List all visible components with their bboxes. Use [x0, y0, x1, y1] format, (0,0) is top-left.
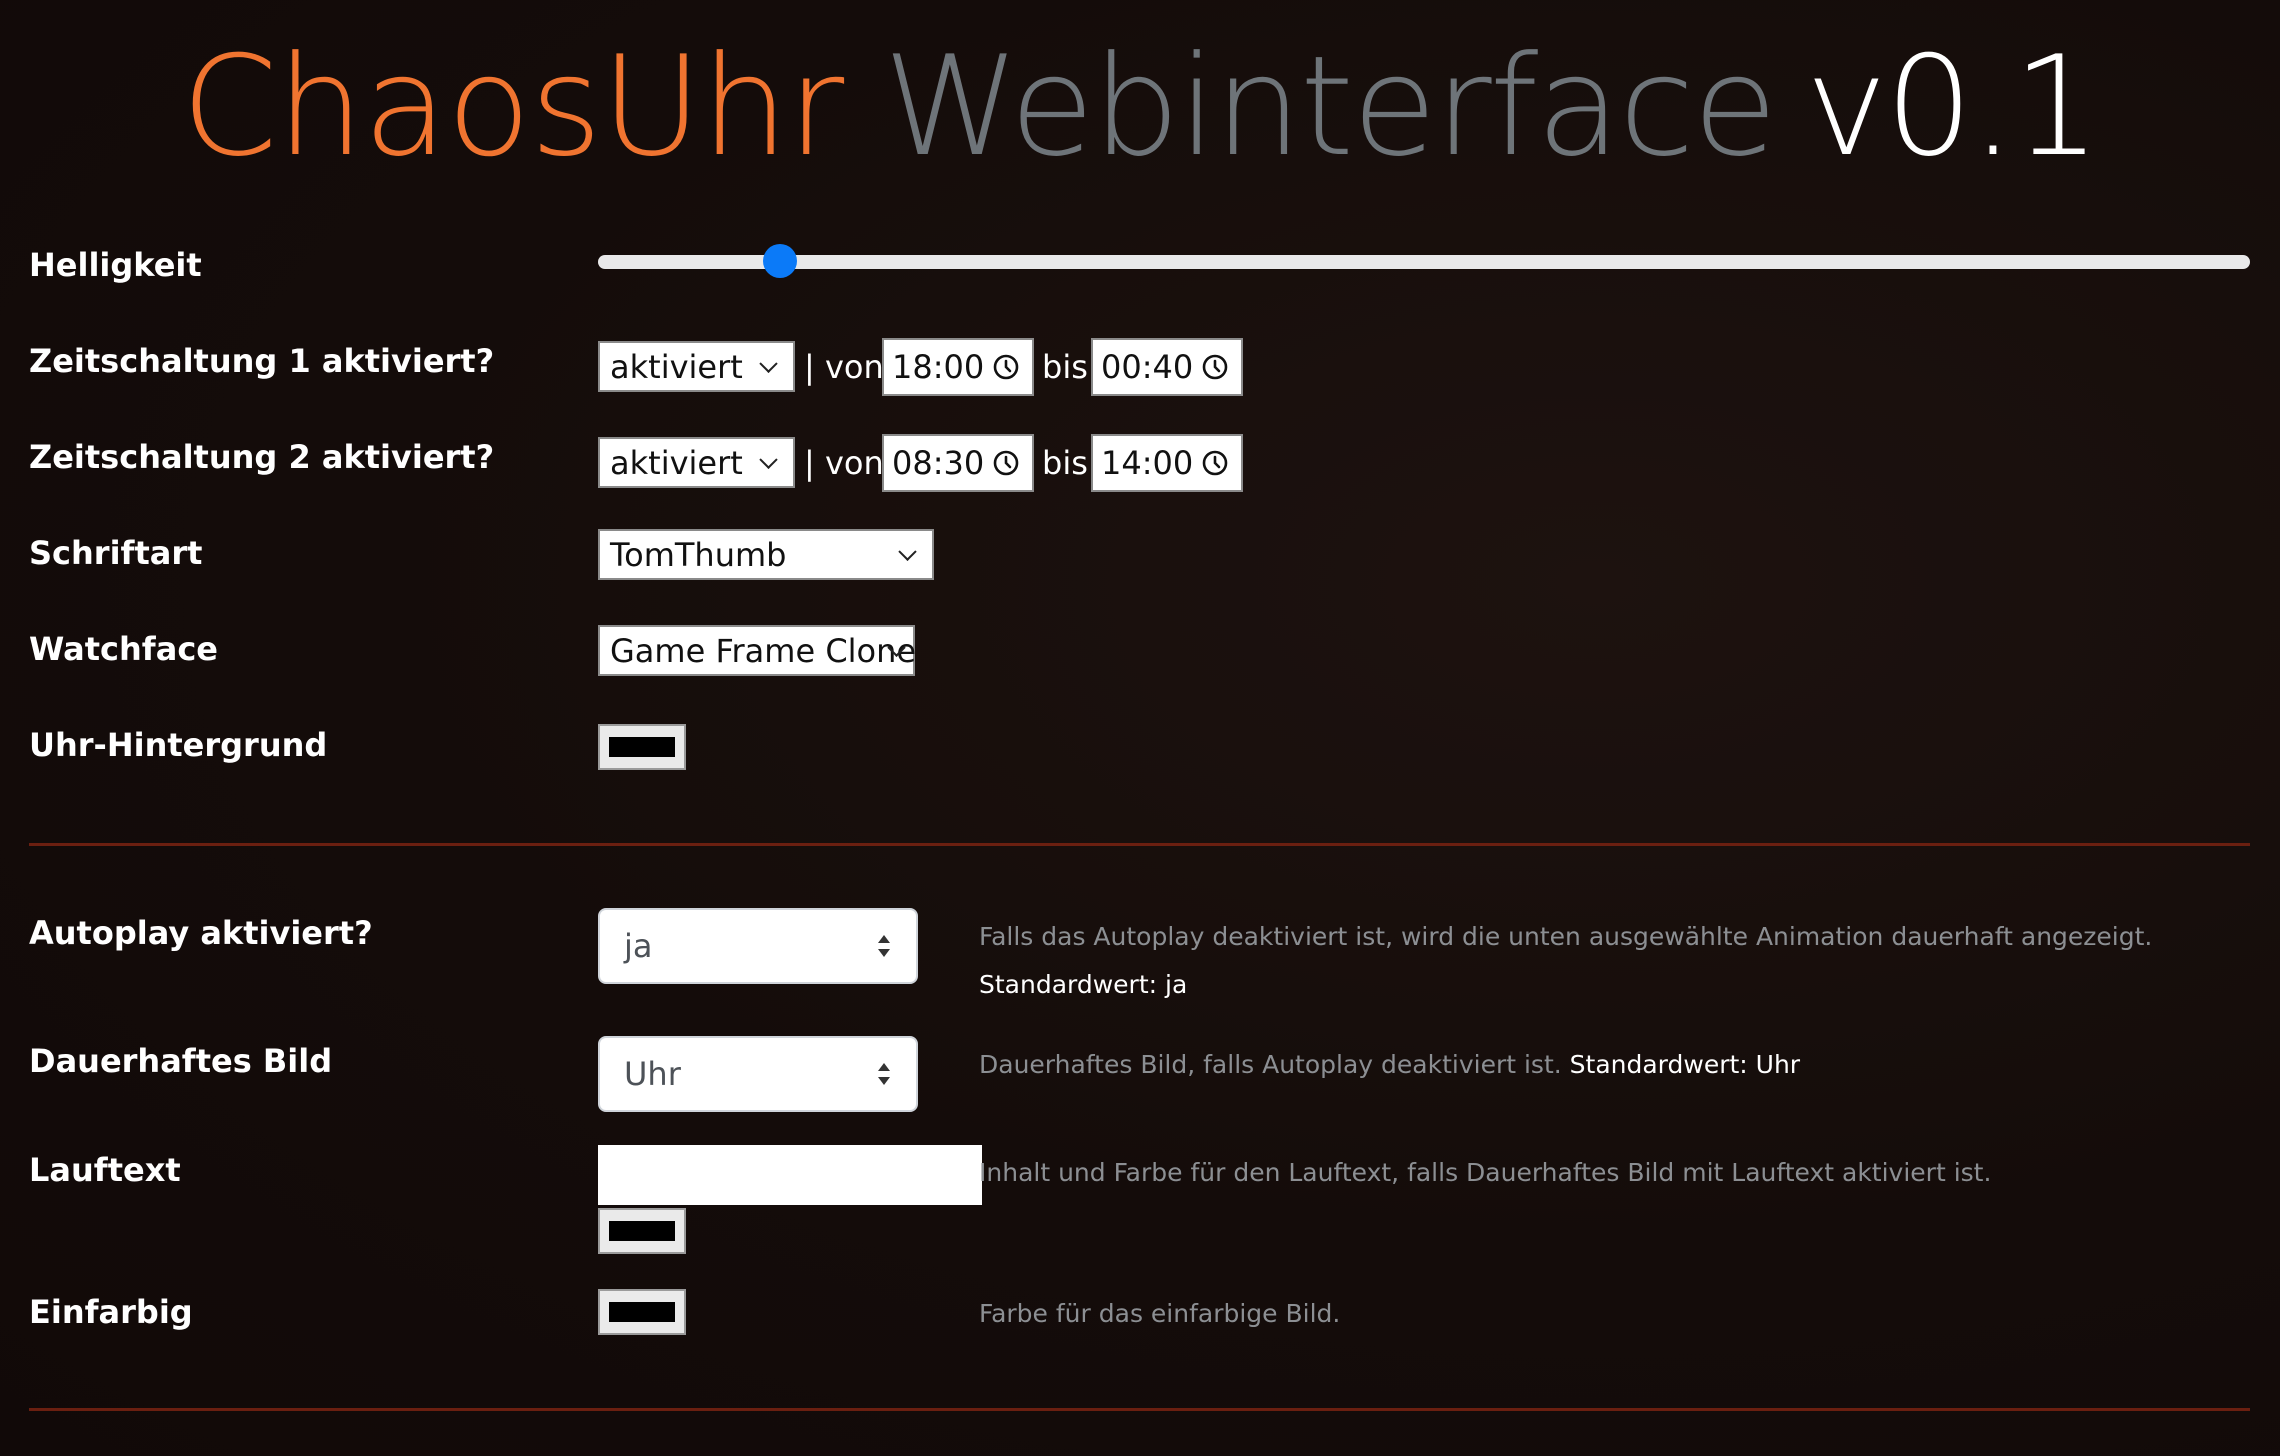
timer2-to-input[interactable]: 14:00	[1091, 434, 1243, 492]
autoplay-default: Standardwert: ja	[979, 970, 1188, 999]
title-version: v0.1	[1805, 26, 2101, 187]
section-divider	[29, 843, 2250, 846]
title-brand: ChaosUhr	[181, 26, 844, 187]
scroll-text-color-picker[interactable]	[598, 1208, 686, 1254]
brightness-slider-thumb[interactable]	[762, 244, 797, 278]
autoplay-label: Autoplay aktiviert?	[29, 914, 373, 952]
timer1-state-select[interactable]: aktiviert	[598, 341, 795, 392]
timer1-from-value: 18:00	[892, 348, 985, 386]
chevron-down-icon	[759, 450, 778, 469]
scroll-text-input[interactable]	[598, 1145, 982, 1205]
title-webinterface: Webinterface	[883, 26, 1777, 187]
watchface-select-value: Game Frame Clone	[610, 631, 917, 670]
permanent-image-select[interactable]: Uhr	[598, 1036, 918, 1112]
timer1-label: Zeitschaltung 1 aktiviert?	[29, 342, 495, 380]
font-label: Schriftart	[29, 534, 203, 572]
brightness-slider[interactable]	[598, 255, 2250, 269]
scroll-text-label: Lauftext	[29, 1151, 181, 1189]
timer1-to-value: 00:40	[1101, 348, 1194, 386]
clock-icon[interactable]	[992, 449, 1020, 477]
page-title: ChaosUhr Webinterface v0.1	[0, 38, 2280, 176]
clock-icon[interactable]	[1201, 353, 1229, 381]
autoplay-help: Falls das Autoplay deaktiviert ist, wird…	[979, 922, 2153, 951]
scroll-text-help: Inhalt und Farbe für den Lauftext, falls…	[979, 1158, 1992, 1187]
timer2-from-input[interactable]: 08:30	[882, 434, 1034, 492]
timer2-state-value: aktiviert	[610, 443, 743, 482]
brightness-label: Helligkeit	[29, 246, 202, 284]
timer2-from-value: 08:30	[892, 444, 985, 482]
clock-bg-label: Uhr-Hintergrund	[29, 726, 328, 764]
color-swatch	[609, 1302, 675, 1322]
sort-arrows-icon	[878, 1063, 890, 1085]
font-select[interactable]: TomThumb	[598, 529, 934, 580]
timer2-from-label: | von	[804, 444, 884, 482]
timer2-to-value: 14:00	[1101, 444, 1194, 482]
solid-color-help: Farbe für das einfarbige Bild.	[979, 1299, 1341, 1328]
autoplay-select[interactable]: ja	[598, 908, 918, 984]
watchface-select[interactable]: Game Frame Clone	[598, 625, 917, 676]
chevron-down-icon	[759, 354, 778, 373]
solid-color-picker[interactable]	[598, 1289, 686, 1335]
permanent-image-select-value: Uhr	[624, 1055, 681, 1093]
sort-arrows-icon	[878, 935, 890, 957]
timer1-state-value: aktiviert	[610, 347, 743, 386]
autoplay-select-value: ja	[624, 927, 653, 965]
permanent-image-label: Dauerhaftes Bild	[29, 1042, 333, 1080]
timer1-to-label: bis	[1042, 348, 1088, 386]
color-swatch	[609, 737, 675, 757]
section-divider	[29, 1408, 2250, 1411]
clock-bg-color-picker[interactable]	[598, 724, 686, 770]
watchface-label: Watchface	[29, 630, 218, 668]
font-select-value: TomThumb	[610, 535, 787, 574]
chevron-down-icon	[898, 542, 917, 561]
permanent-image-help: Dauerhaftes Bild, falls Autoplay deaktiv…	[979, 1050, 1801, 1079]
timer2-to-label: bis	[1042, 444, 1088, 482]
solid-color-label: Einfarbig	[29, 1293, 193, 1331]
color-swatch	[609, 1221, 675, 1241]
timer2-label: Zeitschaltung 2 aktiviert?	[29, 438, 495, 476]
timer2-state-select[interactable]: aktiviert	[598, 437, 795, 488]
timer1-from-input[interactable]: 18:00	[882, 338, 1034, 396]
timer1-to-input[interactable]: 00:40	[1091, 338, 1243, 396]
clock-icon[interactable]	[992, 353, 1020, 381]
timer1-from-label: | von	[804, 348, 884, 386]
clock-icon[interactable]	[1201, 449, 1229, 477]
